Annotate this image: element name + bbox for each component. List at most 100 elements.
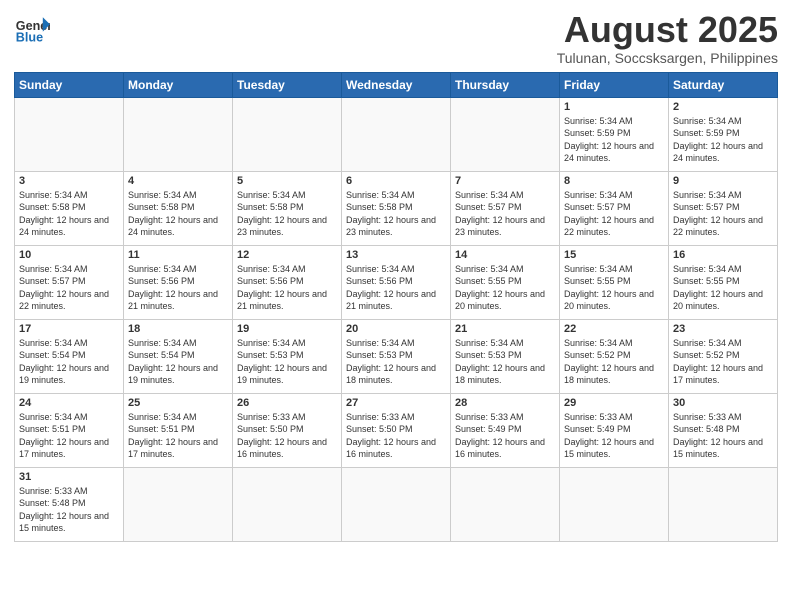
- weekday-header-thursday: Thursday: [451, 72, 560, 97]
- weekday-header-sunday: Sunday: [15, 72, 124, 97]
- day-number: 24: [19, 397, 119, 409]
- day-number: 12: [237, 249, 337, 261]
- day-number: 14: [455, 249, 555, 261]
- day-number: 28: [455, 397, 555, 409]
- svg-text:Blue: Blue: [16, 31, 43, 45]
- day-cell: 13Sunrise: 5:34 AM Sunset: 5:56 PM Dayli…: [342, 245, 451, 319]
- day-number: 30: [673, 397, 773, 409]
- day-cell: 7 Sunrise: 5:34 AM Sunset: 5:57 PM Daylig…: [451, 171, 560, 245]
- day-cell: 15Sunrise: 5:34 AM Sunset: 5:55 PM Dayli…: [560, 245, 669, 319]
- day-info: Sunrise: 5:33 AM Sunset: 5:48 PM Dayligh…: [673, 411, 773, 461]
- day-number: 3: [19, 175, 119, 187]
- day-number: 16: [673, 249, 773, 261]
- title-block: August 2025 Tulunan, Soccsksargen, Phili…: [557, 10, 778, 66]
- day-cell: 18Sunrise: 5:34 AM Sunset: 5:54 PM Dayli…: [124, 319, 233, 393]
- day-cell: 31 Sunrise: 5:33 AM Sunset: 5:48 PM Dayli…: [15, 467, 124, 541]
- weekday-header-friday: Friday: [560, 72, 669, 97]
- day-info: Sunrise: 5:34 AM Sunset: 5:56 PM Dayligh…: [346, 263, 446, 313]
- weekday-header-saturday: Saturday: [669, 72, 778, 97]
- day-number: 20: [346, 323, 446, 335]
- day-cell: 16 Sunrise: 5:34 AM Sunset: 5:55 PM Dayli…: [669, 245, 778, 319]
- day-cell: [124, 467, 233, 541]
- day-number: 21: [455, 323, 555, 335]
- day-number: 31: [19, 471, 119, 483]
- day-cell: [669, 467, 778, 541]
- day-number: 5: [237, 175, 337, 187]
- day-cell: 12Sunrise: 5:34 AM Sunset: 5:56 PM Dayli…: [233, 245, 342, 319]
- day-cell: 30 Sunrise: 5:33 AM Sunset: 5:48 PM Dayli…: [669, 393, 778, 467]
- day-number: 11: [128, 249, 228, 261]
- day-info: Sunrise: 5:33 AM Sunset: 5:49 PM Dayligh…: [564, 411, 664, 461]
- day-info: Sunrise: 5:34 AM Sunset: 5:58 PM Dayligh…: [237, 189, 337, 239]
- day-cell: [560, 467, 669, 541]
- day-cell: 23Sunrise: 5:34 AM Sunset: 5:52 PM Dayli…: [669, 319, 778, 393]
- day-cell: 4Sunrise: 5:34 AM Sunset: 5:58 PM Daylig…: [124, 171, 233, 245]
- day-cell: [15, 97, 124, 171]
- day-info: Sunrise: 5:34 AM Sunset: 5:59 PM Dayligh…: [673, 115, 773, 165]
- day-info: Sunrise: 5:34 AM Sunset: 5:51 PM Dayligh…: [128, 411, 228, 461]
- day-info: Sunrise: 5:34 AM Sunset: 5:59 PM Dayligh…: [564, 115, 664, 165]
- day-cell: 1 Sunrise: 5:34 AM Sunset: 5:59 PM Daylig…: [560, 97, 669, 171]
- day-cell: 17 Sunrise: 5:34 AM Sunset: 5:54 PM Dayli…: [15, 319, 124, 393]
- day-cell: 5 Sunrise: 5:34 AM Sunset: 5:58 PM Daylig…: [233, 171, 342, 245]
- day-cell: [451, 467, 560, 541]
- weekday-header-row: SundayMondayTuesdayWednesdayThursdayFrid…: [15, 72, 778, 97]
- weekday-header-wednesday: Wednesday: [342, 72, 451, 97]
- day-cell: 2Sunrise: 5:34 AM Sunset: 5:59 PM Daylig…: [669, 97, 778, 171]
- day-cell: 24Sunrise: 5:34 AM Sunset: 5:51 PM Dayli…: [15, 393, 124, 467]
- day-info: Sunrise: 5:34 AM Sunset: 5:55 PM Dayligh…: [673, 263, 773, 313]
- week-row-4: 24 Sunrise: 5:34 AM Sunset: 5:51 PM Dayli…: [15, 393, 778, 467]
- day-info: Sunrise: 5:34 AM Sunset: 5:53 PM Dayligh…: [455, 337, 555, 387]
- day-number: 7: [455, 175, 555, 187]
- day-cell: 20 Sunrise: 5:34 AM Sunset: 5:53 PM Dayli…: [342, 319, 451, 393]
- logo-icon: General Blue: [14, 10, 50, 46]
- week-row-2: 10 Sunrise: 5:34 AM Sunset: 5:57 PM Dayli…: [15, 245, 778, 319]
- day-cell: 29Sunrise: 5:33 AM Sunset: 5:49 PM Dayli…: [560, 393, 669, 467]
- day-cell: 27Sunrise: 5:33 AM Sunset: 5:50 PM Dayli…: [342, 393, 451, 467]
- day-cell: [451, 97, 560, 171]
- day-number: 27: [346, 397, 446, 409]
- day-info: Sunrise: 5:34 AM Sunset: 5:57 PM Dayligh…: [455, 189, 555, 239]
- day-info: Sunrise: 5:33 AM Sunset: 5:50 PM Dayligh…: [237, 411, 337, 461]
- day-number: 6: [346, 175, 446, 187]
- day-info: Sunrise: 5:34 AM Sunset: 5:57 PM Dayligh…: [673, 189, 773, 239]
- day-info: Sunrise: 5:34 AM Sunset: 5:58 PM Dayligh…: [346, 189, 446, 239]
- day-cell: [342, 467, 451, 541]
- day-info: Sunrise: 5:34 AM Sunset: 5:55 PM Dayligh…: [455, 263, 555, 313]
- week-row-5: 31 Sunrise: 5:33 AM Sunset: 5:48 PM Dayli…: [15, 467, 778, 541]
- day-info: Sunrise: 5:34 AM Sunset: 5:58 PM Dayligh…: [19, 189, 119, 239]
- day-info: Sunrise: 5:33 AM Sunset: 5:48 PM Dayligh…: [19, 485, 119, 535]
- day-cell: 19Sunrise: 5:34 AM Sunset: 5:53 PM Dayli…: [233, 319, 342, 393]
- day-number: 1: [564, 101, 664, 113]
- day-number: 9: [673, 175, 773, 187]
- day-cell: 8 Sunrise: 5:34 AM Sunset: 5:57 PM Daylig…: [560, 171, 669, 245]
- day-number: 10: [19, 249, 119, 261]
- day-cell: 14 Sunrise: 5:34 AM Sunset: 5:55 PM Dayli…: [451, 245, 560, 319]
- weekday-header-monday: Monday: [124, 72, 233, 97]
- day-cell: [342, 97, 451, 171]
- day-cell: [124, 97, 233, 171]
- day-cell: 21 Sunrise: 5:34 AM Sunset: 5:53 PM Dayli…: [451, 319, 560, 393]
- calendar: SundayMondayTuesdayWednesdayThursdayFrid…: [14, 72, 778, 542]
- week-row-1: 3 Sunrise: 5:34 AM Sunset: 5:58 PM Daylig…: [15, 171, 778, 245]
- day-info: Sunrise: 5:34 AM Sunset: 5:57 PM Dayligh…: [564, 189, 664, 239]
- weekday-header-tuesday: Tuesday: [233, 72, 342, 97]
- logo: General Blue: [14, 10, 50, 46]
- day-cell: 26 Sunrise: 5:33 AM Sunset: 5:50 PM Dayli…: [233, 393, 342, 467]
- location-title: Tulunan, Soccsksargen, Philippines: [557, 50, 778, 66]
- day-info: Sunrise: 5:34 AM Sunset: 5:53 PM Dayligh…: [346, 337, 446, 387]
- week-row-0: 1 Sunrise: 5:34 AM Sunset: 5:59 PM Daylig…: [15, 97, 778, 171]
- day-cell: [233, 467, 342, 541]
- day-number: 18: [128, 323, 228, 335]
- day-number: 26: [237, 397, 337, 409]
- day-number: 17: [19, 323, 119, 335]
- day-info: Sunrise: 5:34 AM Sunset: 5:54 PM Dayligh…: [19, 337, 119, 387]
- day-info: Sunrise: 5:34 AM Sunset: 5:57 PM Dayligh…: [19, 263, 119, 313]
- day-cell: 6 Sunrise: 5:34 AM Sunset: 5:58 PM Daylig…: [342, 171, 451, 245]
- day-cell: 9 Sunrise: 5:34 AM Sunset: 5:57 PM Daylig…: [669, 171, 778, 245]
- day-info: Sunrise: 5:34 AM Sunset: 5:52 PM Dayligh…: [564, 337, 664, 387]
- day-number: 8: [564, 175, 664, 187]
- day-info: Sunrise: 5:33 AM Sunset: 5:49 PM Dayligh…: [455, 411, 555, 461]
- day-cell: [233, 97, 342, 171]
- week-row-3: 17 Sunrise: 5:34 AM Sunset: 5:54 PM Dayli…: [15, 319, 778, 393]
